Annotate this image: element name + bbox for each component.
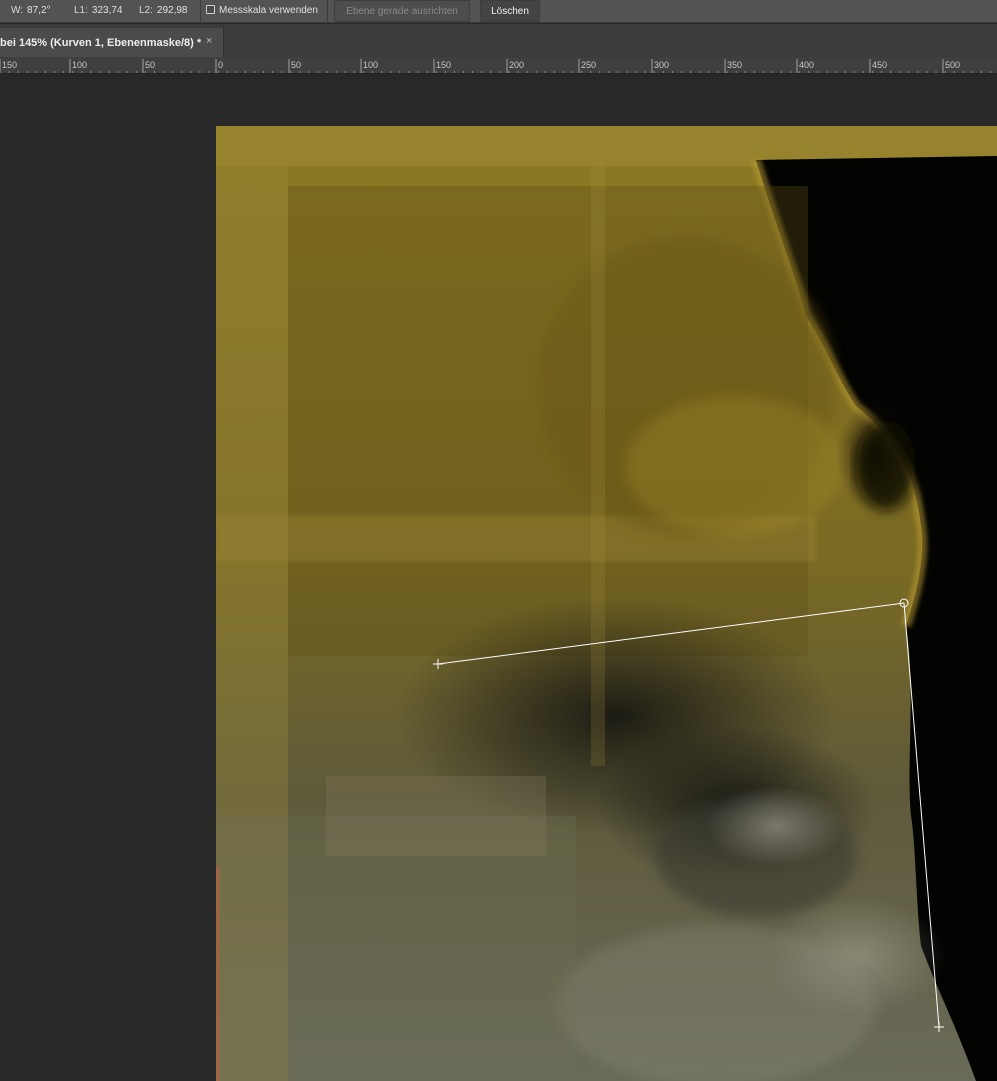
ruler-label: 100 <box>72 60 87 70</box>
ruler-label: 0 <box>218 60 223 70</box>
document-tab[interactable]: bei 145% (Kurven 1, Ebenenmaske/8) * × <box>0 28 224 57</box>
document-tab-title: bei 145% (Kurven 1, Ebenenmaske/8) * <box>0 36 202 49</box>
ruler-label: 250 <box>581 60 596 70</box>
ruler-label: 500 <box>945 60 960 70</box>
ruler-label: 150 <box>2 60 17 70</box>
l2-readout: L2: 292,98 <box>139 5 188 16</box>
l1-value: 323,74 <box>91 5 123 16</box>
use-scale-label: Messskala verwenden <box>219 5 318 16</box>
angle-value: 87,2° <box>27 5 51 16</box>
l2-value: 292,98 <box>156 5 188 16</box>
horizontal-ruler[interactable]: 150 100 50 0 50 100 150 200 250 300 350 400 450 500 <box>0 57 997 74</box>
options-bar: W: 87,2° L1: 323,74 L2: 292,98 Messskala ve… <box>0 0 997 23</box>
xray-image-graphic <box>216 126 997 1081</box>
divider <box>200 0 201 23</box>
use-scale-checkbox[interactable] <box>206 5 215 14</box>
ruler-label: 50 <box>291 60 301 70</box>
ruler-label: 400 <box>799 60 814 70</box>
ruler-label: 300 <box>654 60 669 70</box>
ruler-label: 450 <box>872 60 887 70</box>
ruler-ticks: 150 100 50 0 50 100 150 200 250 300 350 400 450 500 <box>0 59 991 73</box>
ruler-label: 200 <box>509 60 524 70</box>
ruler-label: 50 <box>145 60 155 70</box>
angle-readout: W: 87,2° <box>11 5 51 16</box>
close-icon[interactable]: × <box>206 35 212 47</box>
divider <box>327 0 328 23</box>
ruler-label: 350 <box>727 60 742 70</box>
ruler-label: 100 <box>363 60 378 70</box>
l1-readout: L1: 323,74 <box>74 5 123 16</box>
xray-image <box>216 126 997 1081</box>
clear-button[interactable]: Löschen <box>480 0 540 22</box>
document-tab-strip: bei 145% (Kurven 1, Ebenenmaske/8) * × <box>0 24 997 57</box>
ruler-label: 150 <box>436 60 451 70</box>
straighten-layer-button[interactable]: Ebene gerade ausrichten <box>334 0 470 22</box>
